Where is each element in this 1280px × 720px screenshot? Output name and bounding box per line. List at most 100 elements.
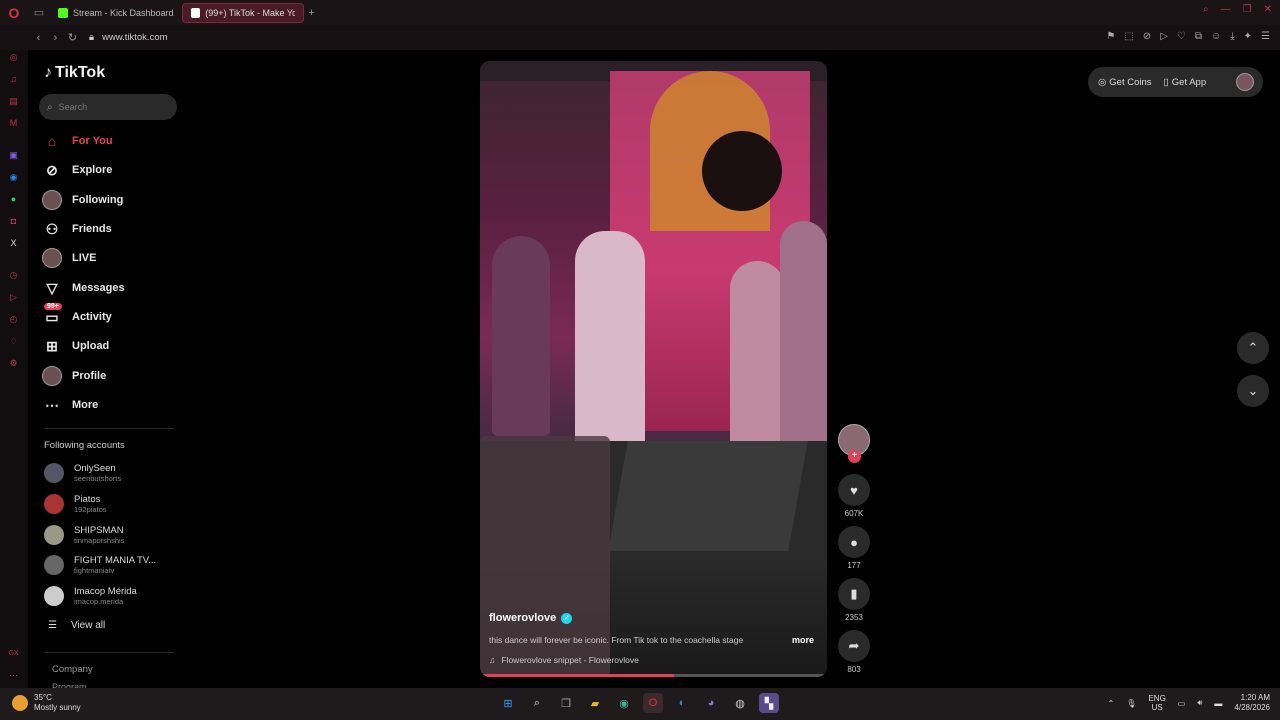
gx-icon[interactable]: GX — [7, 650, 20, 663]
aria-icon[interactable]: ◎ — [7, 52, 20, 65]
account-item[interactable]: FIGHT MANIA TV... fightmaniatv — [44, 551, 179, 579]
account-item[interactable]: Piatos 192piatos — [44, 490, 179, 518]
like-action[interactable]: ♥ 607K — [838, 474, 870, 518]
tab-kick[interactable]: Stream - Kick Dashboard — [50, 3, 182, 23]
search-box[interactable]: ⌕ — [39, 94, 177, 120]
x-icon[interactable]: X — [7, 238, 20, 251]
nav-explore[interactable]: ⊘ Explore — [42, 158, 177, 182]
forward-icon[interactable]: › — [47, 32, 64, 44]
verified-icon: ✓ — [561, 612, 573, 624]
tiktok-logo[interactable]: ♪ TikTok — [44, 64, 105, 82]
app-icon[interactable]: ▚ — [759, 693, 779, 713]
bookmark-icon[interactable]: ⚑ — [1106, 31, 1115, 42]
nav-upload[interactable]: ⊞ Upload — [42, 334, 177, 358]
bookmarks-icon[interactable]: ♢ — [7, 336, 20, 349]
video-dancer — [780, 221, 827, 451]
tab-switcher-icon[interactable]: ▭ — [28, 0, 50, 25]
download-icon[interactable]: ⤓ — [1230, 31, 1234, 42]
ai-icon[interactable]: ✦ — [1244, 31, 1252, 42]
get-coins-button[interactable]: ◎ Get Coins — [1098, 77, 1152, 88]
steam-icon[interactable]: ◍ — [730, 693, 750, 713]
nav-friends[interactable]: ⚇ Friends — [42, 217, 177, 241]
save-action[interactable]: ▮ 2353 — [838, 578, 870, 622]
new-tab-button[interactable]: + — [304, 7, 320, 19]
discord-icon[interactable]: ◕ — [701, 693, 721, 713]
next-video-button[interactable]: ⌄ — [1237, 375, 1269, 407]
file-explorer-icon[interactable]: ▰ — [585, 693, 605, 713]
chevron-up-icon[interactable]: ⌃ — [1108, 699, 1115, 708]
nav-more[interactable]: ⋯ More — [42, 393, 177, 417]
start-icon[interactable]: ⊞ — [498, 693, 518, 713]
account-avatar — [44, 463, 64, 483]
network-icon[interactable]: ▭ — [1178, 699, 1186, 708]
chrome-icon[interactable]: ◉ — [614, 693, 634, 713]
bookmark-icon[interactable]: ▮ — [838, 578, 870, 610]
close-icon[interactable]: ✕ — [1264, 4, 1272, 15]
search-icon[interactable]: ⌕ — [1203, 4, 1209, 15]
url-field[interactable]: 🔒︎ www.tiktok.com — [89, 32, 168, 43]
twitch-icon[interactable]: ▣ — [7, 150, 20, 163]
more-side-icon[interactable]: ⋯ — [7, 670, 20, 683]
nav-profile[interactable]: Profile — [42, 364, 177, 388]
nav-activity[interactable]: ▭ 99+ Activity — [42, 303, 177, 329]
nav-following[interactable]: Following — [42, 188, 177, 212]
back-icon[interactable]: ‹ — [30, 32, 47, 44]
comment-icon[interactable]: ● — [838, 526, 870, 558]
heart-icon[interactable]: ♥ — [838, 474, 870, 506]
instagram-icon[interactable]: ◘ — [7, 216, 20, 229]
messenger-icon[interactable]: ◉ — [7, 172, 20, 185]
get-app-button[interactable]: ▯ Get App — [1164, 77, 1207, 88]
player-side-icon[interactable]: ▷ — [7, 292, 20, 305]
extensions-icon[interactable]: ⧉ — [1195, 31, 1202, 42]
nav-messages[interactable]: ▽ Messages — [42, 276, 177, 300]
tab-tiktok[interactable]: (99+) TikTok - Make Yo — [181, 2, 304, 23]
volume-icon[interactable]: 🔊︎ — [1197, 698, 1202, 708]
share-icon[interactable]: ➦ — [838, 630, 870, 662]
weather-widget[interactable]: 35°C Mostly sunny — [12, 693, 81, 713]
account-item[interactable]: Imacop Mérida imacop.merida — [44, 582, 179, 610]
follow-plus-icon[interactable]: + — [848, 450, 861, 463]
language-indicator[interactable]: ENG US — [1148, 694, 1165, 712]
opera-menu-icon[interactable]: O — [0, 0, 28, 25]
reload-icon[interactable]: ↻ — [64, 31, 81, 44]
task-view-icon[interactable]: ❐ — [556, 693, 576, 713]
music-icon[interactable]: ♫ — [7, 74, 20, 87]
account-name: FIGHT MANIA TV... — [74, 555, 157, 566]
account-item[interactable]: OnlySeen seenbutshorts — [44, 459, 179, 487]
video-player[interactable]: flowerovlove ✓ this dance will forever b… — [480, 61, 827, 677]
pinboard-icon[interactable]: ▤ — [7, 96, 20, 109]
user-avatar[interactable] — [1236, 73, 1254, 91]
edge-icon[interactable]: ◐ — [672, 693, 692, 713]
share-action[interactable]: ➦ 803 — [838, 630, 870, 674]
previous-video-button[interactable]: ⌃ — [1237, 332, 1269, 364]
clock[interactable]: 1:20 AM 4/28/2026 — [1234, 693, 1270, 713]
whatsapp-icon[interactable]: ● — [7, 194, 20, 207]
heart-icon[interactable]: ♡ — [1177, 31, 1186, 42]
opera-gx-icon[interactable]: O — [643, 693, 663, 713]
history-icon[interactable]: ◷ — [7, 270, 20, 283]
settings-icon[interactable]: ⚙ — [7, 358, 20, 371]
mail-icon[interactable]: M — [7, 118, 20, 131]
adblock-icon[interactable]: ⊘ — [1143, 31, 1151, 42]
comment-action[interactable]: ● 177 — [838, 526, 870, 570]
company-link[interactable]: Company — [52, 664, 93, 675]
account-icon[interactable]: ☺ — [1211, 31, 1221, 42]
nav-live[interactable]: LIVE — [42, 246, 177, 270]
video-progress-bar[interactable] — [480, 674, 827, 677]
battery-icon[interactable]: ▬ — [1214, 699, 1222, 708]
search-input[interactable] — [58, 102, 159, 112]
microphone-icon[interactable]: 🎙︎ — [1126, 699, 1136, 708]
clock-icon[interactable]: ◴ — [7, 314, 20, 327]
nav-for-you[interactable]: ⌂ For You — [42, 129, 177, 153]
snapshot-icon[interactable]: ⬚ — [1124, 31, 1133, 42]
maximize-icon[interactable]: ❐ — [1243, 4, 1252, 15]
view-all-link[interactable]: ☰ View all — [48, 620, 105, 631]
player-icon[interactable]: ▷ — [1160, 31, 1168, 42]
video-username[interactable]: flowerovlove ✓ — [489, 612, 573, 624]
minimize-icon[interactable]: — — [1221, 4, 1231, 15]
search-icon[interactable]: ⌕ — [527, 693, 547, 713]
easy-setup-icon[interactable]: ☰ — [1261, 31, 1270, 42]
more-button[interactable]: more — [792, 635, 814, 645]
account-item[interactable]: SHIPSMAN tinmaporshshis — [44, 521, 179, 549]
music-link[interactable]: ♫ Flowerovlove snippet - Flowerovlove — [489, 655, 639, 665]
